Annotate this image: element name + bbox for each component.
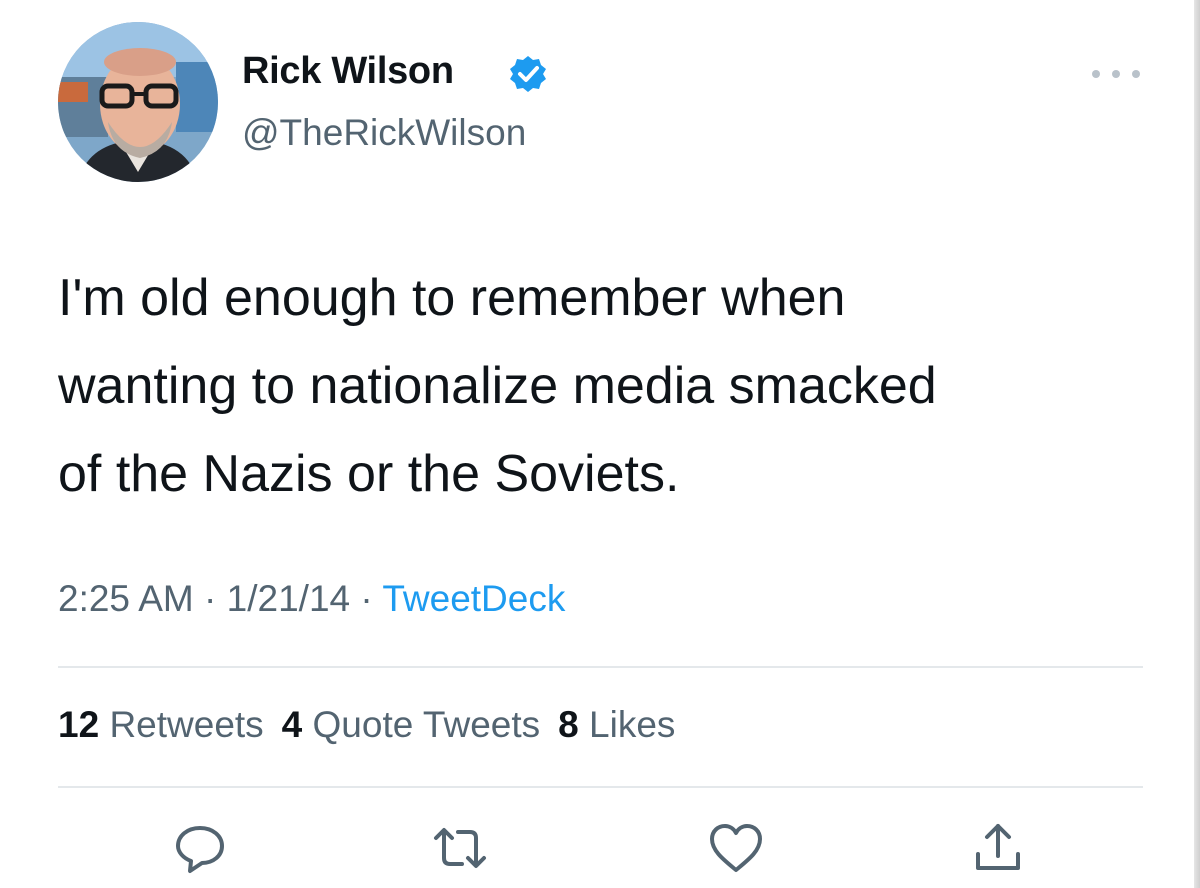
reply-icon <box>176 826 224 873</box>
tweet-text: I'm old enough to remember when wanting … <box>58 254 1168 518</box>
retweets-stat[interactable]: 12 Retweets <box>58 704 264 745</box>
tweet-date[interactable]: 1/21/14 <box>227 578 350 619</box>
divider <box>58 666 1143 668</box>
like-icon <box>710 824 762 872</box>
likes-label: Likes <box>589 704 676 745</box>
quote-tweets-stat[interactable]: 4 Quote Tweets <box>282 704 540 745</box>
retweet-icon <box>434 828 486 868</box>
tweet-time[interactable]: 2:25 AM <box>58 578 194 619</box>
tweet-text-line: of the Nazis or the Soviets. <box>58 445 680 503</box>
meta-separator: · <box>204 578 217 619</box>
more-options-icon[interactable] <box>1092 60 1140 88</box>
engagement-stats: 12 Retweets 4 Quote Tweets 8 Likes <box>58 704 675 746</box>
author-handle[interactable]: @TheRickWilson <box>242 112 526 154</box>
author-display-name[interactable]: Rick Wilson <box>242 50 454 93</box>
retweet-button[interactable] <box>430 818 490 878</box>
meta-separator: · <box>360 578 373 619</box>
divider <box>58 786 1143 788</box>
retweets-count: 12 <box>58 704 100 745</box>
verified-badge-icon <box>508 54 548 94</box>
screen-edge <box>1194 0 1200 888</box>
tweet-text-line: wanting to nationalize media smacked <box>58 357 937 415</box>
avatar-photo <box>58 22 218 182</box>
like-button[interactable] <box>706 818 766 878</box>
tweet-metadata: 2:25 AM · 1/21/14 · TweetDeck <box>58 578 565 620</box>
share-button[interactable] <box>968 818 1028 878</box>
retweets-label: Retweets <box>109 704 264 745</box>
likes-stat[interactable]: 8 Likes <box>558 704 675 745</box>
quote-tweets-count: 4 <box>281 704 303 745</box>
tweet-text-line: I'm old enough to remember when <box>58 269 846 327</box>
likes-count: 8 <box>558 704 579 745</box>
reply-button[interactable] <box>170 818 230 878</box>
tweet-source-link[interactable]: TweetDeck <box>382 578 565 619</box>
share-icon <box>976 824 1020 870</box>
avatar[interactable] <box>58 22 218 182</box>
quote-tweets-label: Quote Tweets <box>312 704 541 745</box>
